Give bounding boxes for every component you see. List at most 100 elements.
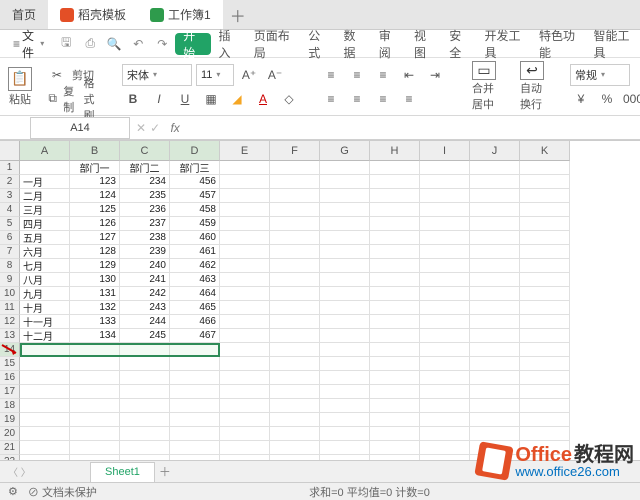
cell[interactable]: [270, 343, 320, 357]
row-5[interactable]: 5: [0, 217, 20, 231]
cell[interactable]: [120, 399, 170, 413]
spreadsheet-grid[interactable]: ABCDEFGHIJK 1234567891011121314151617181…: [0, 140, 640, 460]
cell[interactable]: 462: [170, 259, 220, 273]
currency-icon[interactable]: ¥: [570, 88, 592, 110]
cell[interactable]: 六月: [20, 245, 70, 259]
cell[interactable]: [520, 203, 570, 217]
cell[interactable]: [270, 175, 320, 189]
cell[interactable]: [120, 441, 170, 455]
cell[interactable]: [370, 161, 420, 175]
cell[interactable]: [170, 413, 220, 427]
menu-start[interactable]: 开始: [175, 33, 210, 55]
menu-view[interactable]: 视图: [406, 30, 441, 58]
cell[interactable]: 457: [170, 189, 220, 203]
cell[interactable]: [370, 413, 420, 427]
cell[interactable]: [470, 231, 520, 245]
cell[interactable]: [370, 217, 420, 231]
cell[interactable]: [220, 357, 270, 371]
cell[interactable]: [520, 175, 570, 189]
cell[interactable]: 243: [120, 301, 170, 315]
cell[interactable]: [320, 231, 370, 245]
copy-label[interactable]: 复制: [63, 83, 75, 115]
cell[interactable]: 133: [70, 315, 120, 329]
cell[interactable]: 463: [170, 273, 220, 287]
cell[interactable]: 十月: [20, 301, 70, 315]
cell[interactable]: [370, 315, 420, 329]
align-center-icon[interactable]: ≡: [346, 88, 368, 110]
cell[interactable]: 一月: [20, 175, 70, 189]
cell[interactable]: [220, 385, 270, 399]
cell[interactable]: 129: [70, 259, 120, 273]
indent-right-icon[interactable]: ⇥: [424, 64, 446, 86]
cell[interactable]: [320, 161, 370, 175]
cell[interactable]: [520, 231, 570, 245]
align-top-icon[interactable]: ≡: [320, 64, 342, 86]
cell[interactable]: [220, 343, 270, 357]
cell[interactable]: [520, 245, 570, 259]
cell[interactable]: 128: [70, 245, 120, 259]
cell[interactable]: [420, 399, 470, 413]
cell[interactable]: 459: [170, 217, 220, 231]
border-button[interactable]: ▦: [200, 88, 222, 110]
cell[interactable]: [220, 287, 270, 301]
cell[interactable]: [320, 357, 370, 371]
cell[interactable]: [370, 231, 420, 245]
cell[interactable]: [370, 371, 420, 385]
row-13[interactable]: 13: [0, 329, 20, 343]
cell[interactable]: [120, 413, 170, 427]
tab-workbook[interactable]: 工作簿1: [138, 0, 223, 29]
cell[interactable]: 238: [120, 231, 170, 245]
menu-feature[interactable]: 特色功能: [531, 30, 585, 58]
row-18[interactable]: 18: [0, 399, 20, 413]
cell[interactable]: [270, 385, 320, 399]
cell[interactable]: [170, 357, 220, 371]
cell[interactable]: [320, 287, 370, 301]
cell[interactable]: [270, 357, 320, 371]
cell[interactable]: [320, 427, 370, 441]
row-16[interactable]: 16: [0, 371, 20, 385]
font-size-select[interactable]: 11▾: [196, 64, 234, 86]
col-A[interactable]: A: [20, 141, 70, 161]
cell[interactable]: [220, 315, 270, 329]
row-11[interactable]: 11: [0, 301, 20, 315]
cell[interactable]: [120, 385, 170, 399]
sheet-nav[interactable]: 〈 〉: [8, 464, 31, 479]
cell[interactable]: [270, 203, 320, 217]
cell[interactable]: 七月: [20, 259, 70, 273]
cell[interactable]: [370, 343, 420, 357]
cell[interactable]: [520, 329, 570, 343]
cell[interactable]: [170, 371, 220, 385]
cell[interactable]: [470, 245, 520, 259]
cell[interactable]: 部门一: [70, 161, 120, 175]
cell[interactable]: [220, 203, 270, 217]
cells-area[interactable]: 部门一部门二部门三一月123234456二月124235457三月1252364…: [20, 161, 570, 460]
cell[interactable]: [420, 217, 470, 231]
cell[interactable]: 235: [120, 189, 170, 203]
cell[interactable]: [70, 413, 120, 427]
cell[interactable]: [370, 427, 420, 441]
cell[interactable]: [270, 441, 320, 455]
cell[interactable]: [270, 217, 320, 231]
cell[interactable]: 242: [120, 287, 170, 301]
formula-input[interactable]: [184, 118, 640, 138]
sheet-tab-1[interactable]: Sheet1: [90, 462, 155, 482]
cell[interactable]: [420, 413, 470, 427]
cell[interactable]: [420, 231, 470, 245]
cell[interactable]: 四月: [20, 217, 70, 231]
cell[interactable]: [270, 245, 320, 259]
row-21[interactable]: 21: [0, 441, 20, 455]
row-6[interactable]: 6: [0, 231, 20, 245]
cell[interactable]: [470, 259, 520, 273]
clear-format-button[interactable]: ◇: [278, 88, 300, 110]
cell[interactable]: [320, 371, 370, 385]
cell[interactable]: [370, 301, 420, 315]
fx-icon[interactable]: fx: [166, 121, 184, 135]
cell[interactable]: [320, 343, 370, 357]
cell[interactable]: [520, 413, 570, 427]
cell[interactable]: [120, 343, 170, 357]
cell[interactable]: 123: [70, 175, 120, 189]
col-F[interactable]: F: [270, 141, 320, 161]
cell[interactable]: [220, 441, 270, 455]
cell[interactable]: [20, 399, 70, 413]
cell[interactable]: [470, 301, 520, 315]
